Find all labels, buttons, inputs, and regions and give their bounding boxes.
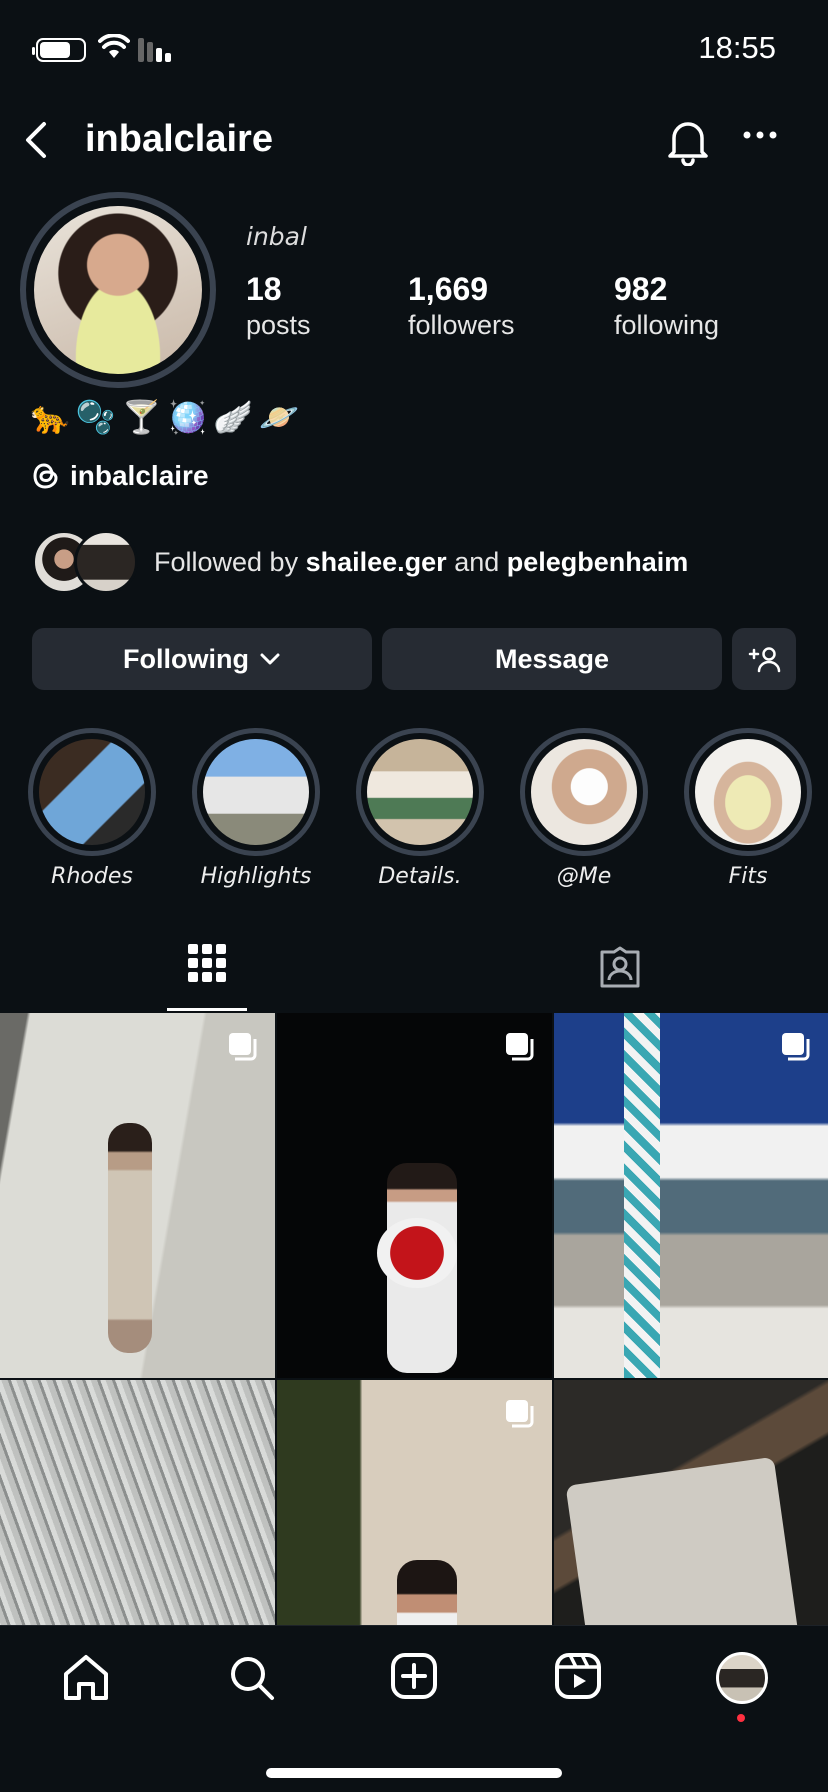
profile-avatar[interactable] [20,192,216,388]
mutual-user-2: pelegbenhaim [506,546,689,577]
following-button-label: Following [123,643,249,674]
bottom-nav [0,1625,828,1792]
battery-icon [32,38,86,62]
notification-dot [737,1714,745,1722]
threads-icon [33,463,58,489]
highlight-label: Details. [378,864,462,889]
carousel-icon [506,1033,534,1061]
threads-link[interactable]: inbalclaire [32,460,209,492]
posts-label: posts [246,310,311,341]
mutual-user-1: shailee.ger [305,546,447,577]
search-icon[interactable] [226,1652,278,1704]
more-options-icon[interactable] [742,130,778,140]
highlight-highlights[interactable]: Highlights [191,728,321,889]
profile-tabs [0,930,828,1012]
message-button[interactable]: Message [382,628,722,690]
wifi-icon [98,34,130,58]
highlight-cover [531,739,637,845]
home-indicator [266,1768,562,1778]
followers-count[interactable]: 1,669 followers [408,271,515,345]
highlight-fits[interactable]: Fits [683,728,813,889]
suggested-users-button[interactable] [732,628,796,690]
highlight-cover [695,739,801,845]
highlight-details[interactable]: Details. [355,728,485,889]
highlight-label: Highlights [200,864,312,889]
highlight-label: @Me [556,864,612,889]
highlight-cover [203,739,309,845]
highlight-cover [39,739,145,845]
bio-emojis: 🐆🫧🍸🪩🪽🪐 [30,399,306,435]
status-bar: 18:55 [0,0,828,100]
followers-label: followers [408,310,515,341]
status-time: 18:55 [698,30,776,65]
post-thumbnail[interactable] [554,1013,828,1378]
mutual-avatar [74,530,138,594]
display-name: inbal [246,222,307,251]
avatar [716,1652,768,1704]
followers-value: 1,669 [408,271,489,307]
home-icon[interactable] [60,1652,112,1704]
post-thumbnail[interactable] [0,1013,275,1378]
posts-count[interactable]: 18 posts [246,271,311,345]
profile-tab[interactable] [716,1652,768,1704]
reels-icon[interactable] [554,1652,602,1700]
following-label: following [614,310,720,341]
highlight-me[interactable]: @Me [519,728,649,889]
highlight-cover [367,739,473,845]
create-icon[interactable] [390,1652,438,1700]
highlight-label: Rhodes [51,864,133,889]
chevron-down-icon [260,653,280,665]
back-icon[interactable] [22,120,52,160]
notification-bell-icon[interactable] [664,116,712,166]
message-button-label: Message [494,643,610,674]
following-count[interactable]: 982 following [614,271,720,345]
posts-value: 18 [246,271,282,307]
profile-header: inbalclaire [0,110,828,170]
tagged-icon[interactable] [598,946,642,988]
post-thumbnail[interactable] [277,1013,552,1378]
highlight-rhodes[interactable]: Rhodes [27,728,157,889]
avatar [34,206,202,374]
carousel-icon [506,1400,534,1428]
grid-icon[interactable] [188,944,226,982]
carousel-icon [229,1033,257,1061]
carousel-icon [782,1033,810,1061]
add-user-icon [748,647,781,673]
following-button[interactable]: Following [32,628,372,690]
highlight-label: Fits [728,864,768,889]
threads-handle: inbalclaire [70,460,209,491]
followed-by[interactable]: Followed by shailee.ger and pelegbenhaim [32,530,688,594]
followed-by-text: Followed by shailee.ger and pelegbenhaim [154,546,689,577]
page-title: inbalclaire [85,118,273,160]
active-tab-indicator [167,1008,247,1011]
signal-icon [138,38,171,62]
following-value: 982 [614,271,668,307]
